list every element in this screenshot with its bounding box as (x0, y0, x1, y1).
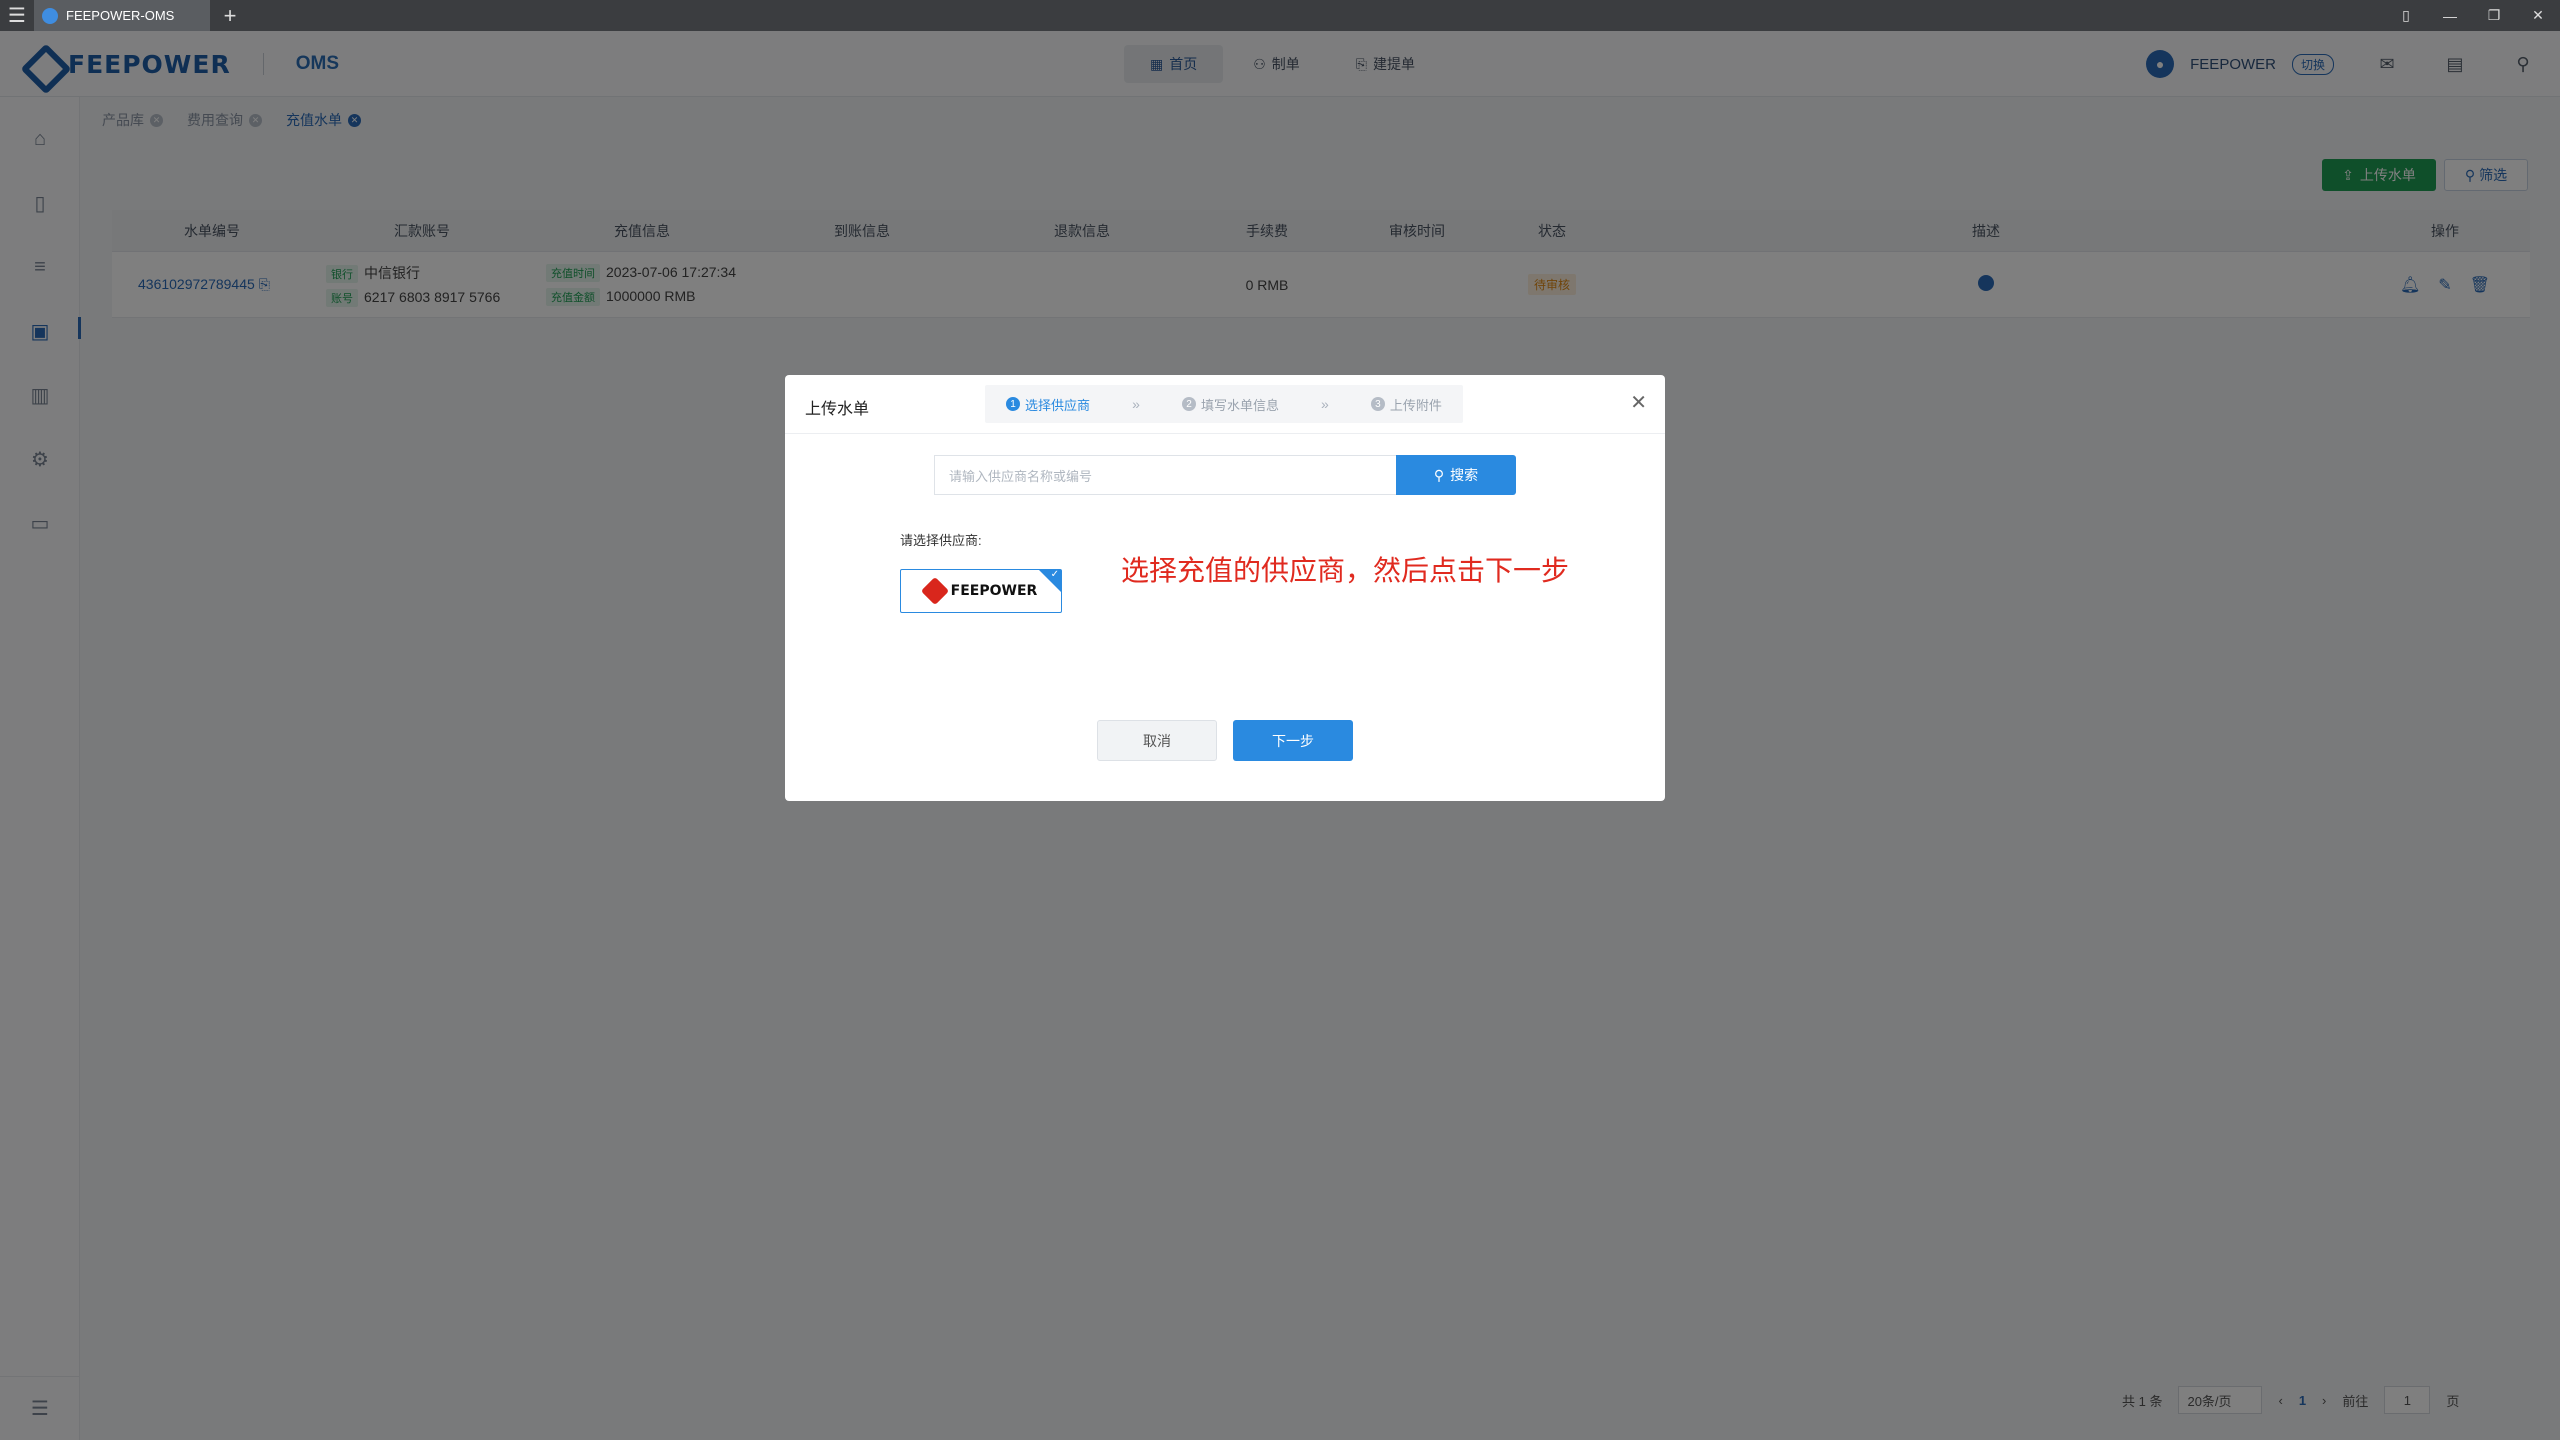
step-number: 1 (1006, 397, 1021, 411)
choose-vendor-label: 请选择供应商: (900, 533, 982, 548)
hamburger-menu-icon[interactable]: ☰ (0, 0, 34, 31)
search-icon: ⚲ (1433, 466, 1445, 483)
step-number: 2 (1181, 397, 1196, 411)
vendor-name: FEEPOWER (950, 583, 1038, 599)
dialog-title: 上传水单 (805, 401, 870, 418)
close-icon[interactable]: ✕ (1630, 393, 1647, 413)
window-titlebar: ☰ FEEPOWER-OMS + ▯ — ❐ ✕ (0, 0, 2560, 31)
step-upload-attachment: 3 上传附件 (1370, 395, 1442, 414)
cancel-button[interactable]: 取消 (1097, 720, 1217, 761)
close-window-button[interactable]: ✕ (2516, 0, 2560, 31)
window-controls: ▯ — ❐ ✕ (2384, 0, 2560, 31)
step-label: 选择供应商 (1025, 397, 1091, 413)
step-select-vendor: 1 选择供应商 (1006, 395, 1090, 414)
step-indicator: 1 选择供应商 » 2 填写水单信息 » 3 上传附件 (985, 385, 1463, 423)
search-button[interactable]: ⚲ 搜索 (1396, 455, 1516, 495)
search-label: 搜索 (1450, 467, 1479, 483)
restore-button[interactable]: ❐ (2472, 0, 2516, 31)
double-chevron-icon: » (1132, 396, 1140, 412)
pin-window-button[interactable]: ▯ (2384, 0, 2428, 31)
step-label: 上传附件 (1389, 397, 1442, 413)
vendor-search-input[interactable]: 请输入供应商名称或编号 (934, 455, 1400, 495)
annotation-hint: 选择充值的供应商，然后点击下一步 (1121, 555, 1570, 586)
step-fill-info: 2 填写水单信息 (1181, 395, 1279, 414)
dialog-header: 上传水单 1 选择供应商 » 2 填写水单信息 » 3 上传附件 ✕ (785, 375, 1665, 434)
double-chevron-icon: » (1321, 396, 1329, 412)
minimize-button[interactable]: — (2428, 0, 2472, 31)
next-step-button[interactable]: 下一步 (1233, 720, 1353, 761)
vendor-logo-icon (920, 576, 949, 606)
step-label: 填写水单信息 (1200, 397, 1279, 413)
check-icon: ✓ (1050, 569, 1059, 580)
browser-tab[interactable]: FEEPOWER-OMS (34, 0, 210, 31)
step-number: 3 (1370, 397, 1385, 411)
new-tab-button[interactable]: + (210, 3, 250, 29)
upload-slip-dialog: 上传水单 1 选择供应商 » 2 填写水单信息 » 3 上传附件 ✕ 请输入供应… (785, 375, 1665, 801)
vendor-card-feepower[interactable]: FEEPOWER ✓ (900, 569, 1062, 613)
tab-title: FEEPOWER-OMS (66, 8, 175, 23)
app-favicon-icon (42, 7, 58, 24)
